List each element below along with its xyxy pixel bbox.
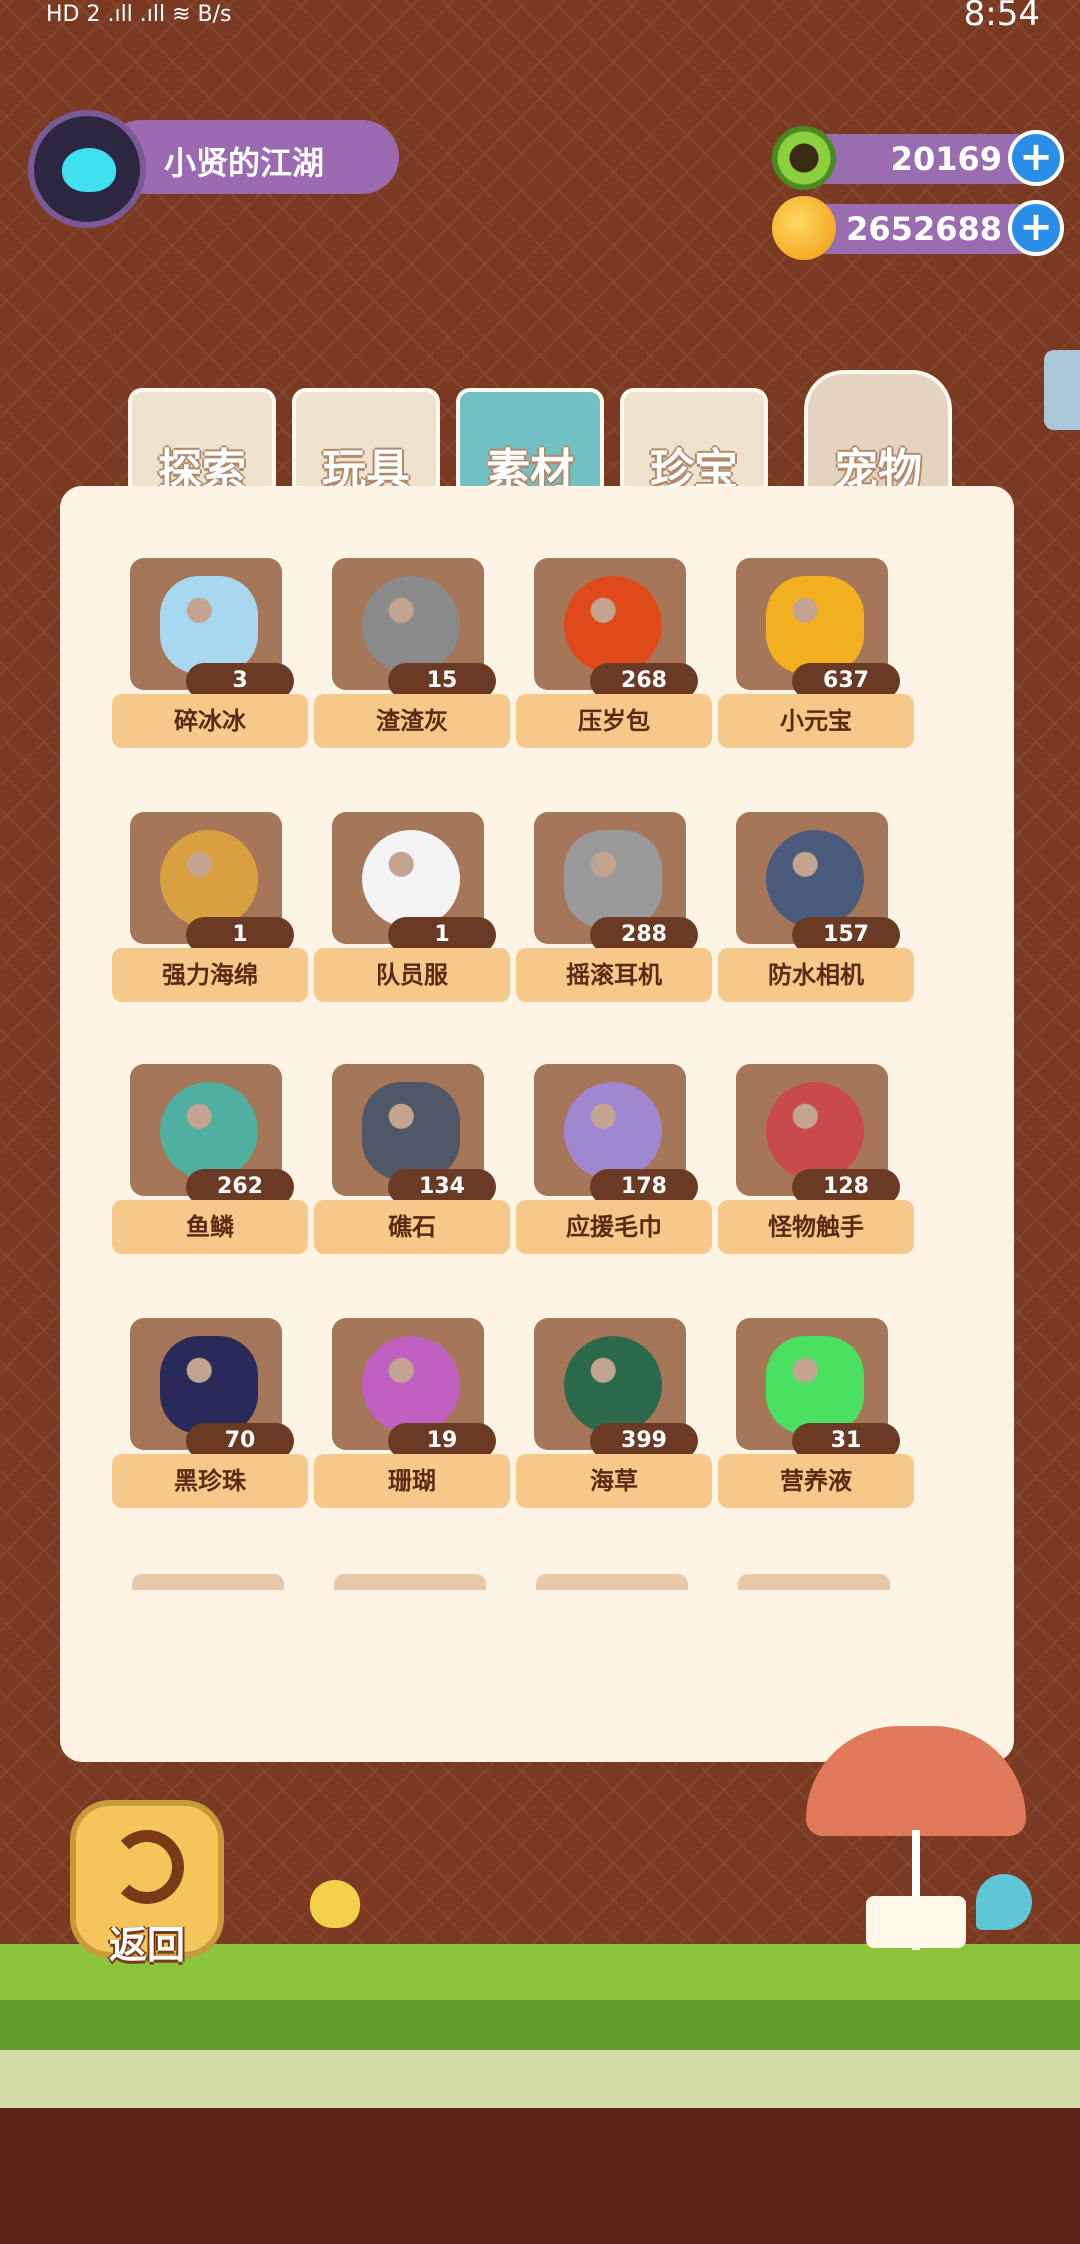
- inventory-item[interactable]: 134 礁石: [314, 1064, 510, 1260]
- inventory-item[interactable]: 288 摇滚耳机: [516, 812, 712, 1008]
- return-arrow-icon: [110, 1830, 184, 1904]
- item-name: 珊瑚: [314, 1454, 510, 1508]
- back-button[interactable]: 返回: [70, 1800, 224, 1967]
- grid-row-stub: [334, 1574, 486, 1590]
- item-name: 碎冰冰: [112, 694, 308, 748]
- item-name: 渣渣灰: [314, 694, 510, 748]
- category-tabs: 探索 玩具 素材 珍宝 宠物: [128, 370, 968, 500]
- tentacle-icon: [766, 1082, 864, 1180]
- gold-ingot-icon: [766, 576, 864, 674]
- tshirt-icon: [362, 830, 460, 928]
- item-name: 海草: [516, 1454, 712, 1508]
- reef-rock-icon: [362, 1082, 460, 1180]
- inventory-item[interactable]: 3 碎冰冰: [112, 558, 308, 754]
- player-name: 小贤的江湖: [164, 144, 325, 182]
- grid-row-stub: [738, 1574, 890, 1590]
- towel-icon: [564, 1082, 662, 1180]
- tab-materials[interactable]: 素材: [456, 388, 604, 498]
- item-name: 礁石: [314, 1200, 510, 1254]
- item-name: 压岁包: [516, 694, 712, 748]
- status-indicators: HD 2 .ıll .ıll ≋ B/s: [46, 2, 232, 27]
- nutrient-jar-icon: [766, 1336, 864, 1434]
- headphones-icon: [564, 830, 662, 928]
- tab-explore[interactable]: 探索: [128, 388, 276, 498]
- inventory-item[interactable]: 262 鱼鳞: [112, 1064, 308, 1260]
- cat-avatar-icon: [62, 148, 116, 192]
- status-bar: HD 2 .ıll .ıll ≋ B/s 8:54: [0, 0, 1080, 40]
- water-drop-pet-icon: [976, 1874, 1032, 1930]
- inventory-item[interactable]: 1 强力海绵: [112, 812, 308, 1008]
- inventory-item[interactable]: 1 队员服: [314, 812, 510, 1008]
- currency-coin: 2652688 +: [772, 196, 1072, 262]
- item-name: 强力海绵: [112, 948, 308, 1002]
- donut-icon: [772, 126, 836, 190]
- inventory-item[interactable]: 178 应援毛巾: [516, 1064, 712, 1260]
- fish-scale-icon: [160, 1082, 258, 1180]
- inventory-item[interactable]: 19 珊瑚: [314, 1318, 510, 1514]
- inventory-item[interactable]: 399 海草: [516, 1318, 712, 1514]
- coral-icon: [362, 1336, 460, 1434]
- side-drawer-icon[interactable]: [1044, 350, 1080, 430]
- inventory-item[interactable]: 268 压岁包: [516, 558, 712, 754]
- item-name: 鱼鳞: [112, 1200, 308, 1254]
- add-currency-button[interactable]: +: [1008, 200, 1064, 256]
- black-pearl-icon: [160, 1336, 258, 1434]
- item-name: 怪物触手: [718, 1200, 914, 1254]
- seaweed-icon: [564, 1336, 662, 1434]
- table-icon: [866, 1896, 966, 1948]
- currency-value: 20169: [890, 140, 1002, 178]
- currency-donut: 20169 +: [772, 126, 1072, 192]
- inventory-panel: 3 碎冰冰 15 渣渣灰 268 压岁包 637 小元宝 1 强力海绵 1 队员服 288 摇滚耳机 157…: [60, 486, 1014, 1762]
- inventory-item[interactable]: 70 黑珍珠: [112, 1318, 308, 1514]
- item-name: 黑珍珠: [112, 1454, 308, 1508]
- currency-value: 2652688: [846, 210, 1002, 248]
- chick-icon: [310, 1880, 360, 1928]
- inventory-item[interactable]: 637 小元宝: [718, 558, 914, 754]
- planet-coin-icon: [772, 196, 836, 260]
- gray-rock-icon: [362, 576, 460, 674]
- clock: 8:54: [963, 0, 1040, 34]
- tab-toys[interactable]: 玩具: [292, 388, 440, 498]
- item-name: 摇滚耳机: [516, 948, 712, 1002]
- inventory-item[interactable]: 157 防水相机: [718, 812, 914, 1008]
- inventory-item[interactable]: 15 渣渣灰: [314, 558, 510, 754]
- camera-icon: [766, 830, 864, 928]
- item-name: 防水相机: [718, 948, 914, 1002]
- grid-row-stub: [536, 1574, 688, 1590]
- item-name: 队员服: [314, 948, 510, 1002]
- tab-pets[interactable]: 宠物: [804, 370, 952, 500]
- sponge-icon: [160, 830, 258, 928]
- grid-row-stub: [132, 1574, 284, 1590]
- back-label: 返回: [108, 1923, 185, 1967]
- inventory-item[interactable]: 128 怪物触手: [718, 1064, 914, 1260]
- ice-crystal-icon: [160, 576, 258, 674]
- item-name: 营养液: [718, 1454, 914, 1508]
- avatar[interactable]: [28, 110, 146, 228]
- profile-badge[interactable]: 小贤的江湖: [14, 110, 399, 230]
- dirt-ground: [0, 2108, 1080, 2244]
- item-name: 小元宝: [718, 694, 914, 748]
- item-name: 应援毛巾: [516, 1200, 712, 1254]
- path-band: [0, 2050, 1080, 2110]
- inventory-item[interactable]: 31 营养液: [718, 1318, 914, 1514]
- red-envelope-icon: [564, 576, 662, 674]
- tab-treasure[interactable]: 珍宝: [620, 388, 768, 498]
- add-currency-button[interactable]: +: [1008, 130, 1064, 186]
